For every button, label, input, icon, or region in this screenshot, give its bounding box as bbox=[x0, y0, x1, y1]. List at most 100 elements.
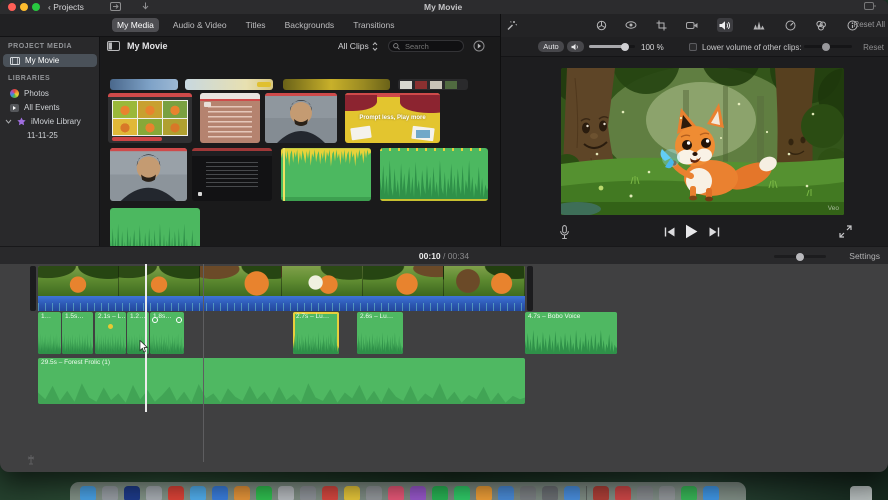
tab-backgrounds[interactable]: Backgrounds bbox=[280, 18, 340, 32]
media-thumbnail-webcam[interactable] bbox=[265, 93, 337, 143]
media-thumbnail[interactable] bbox=[110, 79, 178, 90]
media-thumbnail-promo[interactable]: Prompt less, Play more bbox=[345, 93, 440, 143]
crop-icon[interactable] bbox=[653, 18, 669, 32]
minimize-button[interactable] bbox=[20, 3, 28, 11]
audio-clip[interactable]: 1… bbox=[38, 312, 61, 354]
dock-icon[interactable] bbox=[146, 486, 162, 500]
lower-volume-slider[interactable] bbox=[804, 42, 852, 51]
download-arrow-icon[interactable] bbox=[141, 2, 150, 11]
zoom-button[interactable] bbox=[32, 3, 40, 11]
audio-clip[interactable]: 1.8s… bbox=[150, 312, 184, 354]
dock-icon[interactable] bbox=[388, 486, 404, 500]
dock-icon[interactable] bbox=[637, 486, 653, 500]
dock-icon[interactable] bbox=[659, 486, 675, 500]
music-clip-forest-frolic[interactable]: 29.5s – Forest Frolic (1) bbox=[38, 358, 525, 404]
clip-filter-dropdown[interactable]: All Clips bbox=[338, 41, 378, 51]
dock-icon[interactable] bbox=[454, 486, 470, 500]
noise-reduction-equalizer-icon[interactable] bbox=[751, 18, 767, 32]
sidebar-item-all-events[interactable]: All Events bbox=[3, 101, 97, 114]
audio-clip-bobo-voice[interactable]: 4.7s – Bobo Voice bbox=[525, 312, 617, 354]
dock-icon[interactable] bbox=[498, 486, 514, 500]
sidebar-toggle-icon[interactable] bbox=[107, 41, 120, 51]
lower-volume-checkbox[interactable] bbox=[689, 43, 697, 51]
clip-trim-handle-right[interactable] bbox=[527, 266, 533, 311]
search-input[interactable] bbox=[403, 40, 459, 52]
dock-icon[interactable] bbox=[234, 486, 250, 500]
audio-clip[interactable]: 2.6s – Lu… bbox=[357, 312, 403, 354]
sidebar-item-event-11-11-25[interactable]: 11-11-25 bbox=[3, 129, 97, 142]
fade-handle[interactable] bbox=[152, 317, 158, 323]
timeline-zoom-knob[interactable] bbox=[796, 252, 804, 261]
timeline-settings-button[interactable]: Settings bbox=[849, 251, 880, 261]
dock-icon[interactable] bbox=[366, 486, 382, 500]
voiceover-mic-icon[interactable] bbox=[559, 225, 570, 240]
dock-icon[interactable] bbox=[615, 486, 631, 500]
dock-icon[interactable] bbox=[520, 486, 536, 500]
tab-titles[interactable]: Titles bbox=[241, 18, 271, 32]
volume-slider-knob[interactable] bbox=[621, 42, 629, 51]
media-thumbnail-document[interactable] bbox=[200, 93, 260, 143]
dock-icon[interactable] bbox=[80, 486, 96, 500]
skip-back-button[interactable] bbox=[664, 227, 675, 237]
dock-trash-icon[interactable] bbox=[850, 486, 872, 500]
tab-transitions[interactable]: Transitions bbox=[348, 18, 399, 32]
reset-all-button[interactable]: Reset All bbox=[853, 20, 885, 29]
sidebar-item-photos[interactable]: Photos bbox=[3, 87, 97, 100]
clip-trim-handle-left[interactable] bbox=[30, 266, 36, 311]
dock-icon[interactable] bbox=[344, 486, 360, 500]
video-clip-audio-waveform[interactable] bbox=[38, 296, 525, 311]
dock-icon[interactable] bbox=[190, 486, 206, 500]
video-clip-filmstrip[interactable] bbox=[38, 266, 525, 296]
import-media-icon[interactable] bbox=[110, 2, 121, 11]
audio-clip[interactable]: 1.5s… bbox=[62, 312, 93, 354]
media-thumbnail[interactable] bbox=[283, 79, 390, 90]
dock-icon[interactable] bbox=[168, 486, 184, 500]
volume-slider[interactable] bbox=[589, 42, 635, 51]
tab-audio-video[interactable]: Audio & Video bbox=[168, 18, 232, 32]
dock-icon[interactable] bbox=[278, 486, 294, 500]
dock-icon[interactable] bbox=[476, 486, 492, 500]
dock-icon[interactable] bbox=[564, 486, 580, 500]
reset-button[interactable]: Reset bbox=[863, 43, 884, 52]
dock-icon[interactable] bbox=[681, 486, 697, 500]
lower-volume-knob[interactable] bbox=[822, 42, 830, 51]
color-correction-icon[interactable] bbox=[623, 18, 639, 32]
dock-icon[interactable] bbox=[102, 486, 118, 500]
dock-icon[interactable] bbox=[703, 486, 719, 500]
dock-icon[interactable] bbox=[256, 486, 272, 500]
tab-my-media[interactable]: My Media bbox=[112, 18, 159, 32]
titlebar-extension-icon[interactable] bbox=[864, 2, 876, 10]
dock-icon[interactable] bbox=[432, 486, 448, 500]
skip-forward-button[interactable] bbox=[709, 227, 720, 237]
audio-clip[interactable]: 2.1s – L… bbox=[95, 312, 126, 354]
media-thumbnail-terminal[interactable] bbox=[192, 148, 272, 201]
dock-icon[interactable] bbox=[124, 486, 140, 500]
speed-speedometer-icon[interactable] bbox=[782, 18, 798, 32]
preview-viewer[interactable]: Veo bbox=[561, 68, 844, 215]
volume-icon[interactable] bbox=[717, 18, 733, 32]
media-thumbnail-audio-yellow[interactable] bbox=[281, 148, 371, 201]
media-thumbnail[interactable] bbox=[185, 79, 273, 90]
media-thumbnail[interactable] bbox=[398, 79, 468, 90]
playhead[interactable] bbox=[145, 264, 147, 412]
search-field[interactable] bbox=[388, 40, 464, 52]
sidebar-item-my-movie[interactable]: My Movie bbox=[3, 54, 97, 67]
auto-volume-button[interactable]: Auto bbox=[538, 41, 564, 52]
dock-icon[interactable] bbox=[593, 486, 609, 500]
browser-next-icon[interactable] bbox=[473, 40, 485, 52]
enhance-magic-wand-icon[interactable] bbox=[503, 18, 519, 32]
sidebar-item-imovie-library[interactable]: iMovie Library bbox=[3, 115, 97, 128]
back-to-projects-button[interactable]: ‹ Projects bbox=[48, 2, 84, 12]
dock-icon[interactable] bbox=[410, 486, 426, 500]
fade-handle[interactable] bbox=[176, 317, 182, 323]
close-button[interactable] bbox=[8, 3, 16, 11]
dock-icon[interactable] bbox=[212, 486, 228, 500]
mute-speaker-button[interactable] bbox=[567, 41, 584, 52]
timeline-zoom-slider[interactable] bbox=[774, 252, 826, 261]
dock-icon[interactable] bbox=[322, 486, 338, 500]
media-thumbnail-audio-wave[interactable] bbox=[380, 148, 488, 201]
audio-clip-selected[interactable]: 2.7s – Lu… bbox=[293, 312, 339, 354]
color-balance-icon[interactable] bbox=[593, 18, 609, 32]
play-button[interactable] bbox=[685, 224, 698, 239]
fullscreen-icon[interactable] bbox=[839, 225, 852, 238]
